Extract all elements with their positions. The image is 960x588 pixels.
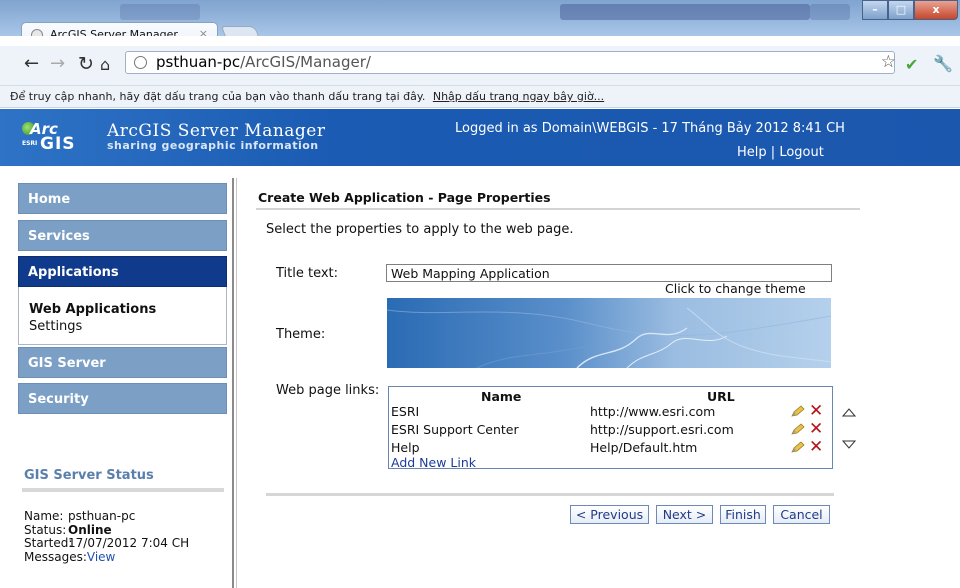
link-row-url: http://www.esri.com — [590, 404, 716, 419]
edit-pencil-icon[interactable] — [791, 423, 805, 435]
status-divider — [22, 488, 224, 492]
page-favicon-icon — [31, 29, 43, 36]
title-text-label: Title text: — [276, 266, 339, 281]
url-host: psthuan-pc — [156, 53, 241, 71]
status-started-value: 17/07/2012 7:04 CH — [68, 536, 190, 550]
next-button[interactable]: Next > — [656, 505, 713, 524]
delete-icon[interactable]: ✕ — [809, 403, 823, 420]
sidebar-divider — [232, 178, 234, 588]
status-started-label: Started: — [24, 536, 73, 550]
home-icon[interactable]: ⌂ — [100, 55, 110, 75]
app-subtitle: sharing geographic information — [107, 139, 319, 152]
link-row-url: http://support.esri.com — [590, 422, 734, 437]
edit-pencil-icon[interactable] — [791, 405, 805, 417]
help-link[interactable]: Help — [737, 145, 767, 160]
delete-icon[interactable]: ✕ — [809, 439, 823, 456]
status-name-label: Name: — [24, 509, 64, 523]
cancel-button[interactable]: Cancel — [773, 505, 830, 524]
theme-preview[interactable] — [387, 298, 831, 368]
window-controls: – □ x — [862, 0, 958, 20]
web-links-table: Name URL ESRI http://www.esri.com ✕ ESRI… — [388, 386, 833, 470]
gis-server-status: Name: psthuan-pc Status: Online Started: 17… — [24, 509, 190, 565]
app-header: Arc ESRI GIS ArcGIS Server Manager shari… — [0, 109, 960, 166]
header-links: Help | Logout — [737, 145, 824, 160]
tab-title: ArcGIS Server Manager — [50, 28, 178, 36]
browser-titlebar: ArcGIS Server Manager × – □ x — [0, 0, 960, 36]
sidebar-item-security[interactable]: Security — [18, 383, 227, 414]
check-icon[interactable]: ✔ — [905, 55, 918, 74]
move-down-icon[interactable] — [842, 438, 856, 450]
minimize-icon[interactable]: – — [862, 0, 888, 20]
login-info: Logged in as Domain\WEBGIS - 17 Tháng Bả… — [455, 121, 845, 136]
close-window-icon[interactable]: x — [914, 0, 958, 20]
arcgis-logo: Arc ESRI GIS — [22, 120, 76, 154]
bookmark-bar: Để truy cập nhanh, hãy đặt dấu trang của… — [0, 86, 960, 108]
wrench-icon[interactable]: 🔧 — [933, 54, 953, 73]
url-input[interactable]: psthuan-pc/ArcGIS/Manager/ ☆ — [125, 51, 896, 74]
back-icon[interactable]: ← — [24, 54, 39, 74]
tab-arcgis-server-manager[interactable]: ArcGIS Server Manager × — [21, 22, 218, 36]
web-page-links-label: Web page links: — [276, 383, 380, 398]
sidebar-subnav: Web Applications Settings — [18, 287, 227, 345]
logout-link[interactable]: Logout — [779, 145, 824, 160]
sidebar-item-services[interactable]: Services — [18, 220, 227, 251]
edit-pencil-icon[interactable] — [791, 441, 805, 453]
instruction-text: Select the properties to apply to the we… — [266, 222, 574, 237]
status-status-label: Status: — [24, 522, 67, 537]
header-separator: | — [770, 145, 776, 160]
app-title: ArcGIS Server Manager — [107, 121, 326, 141]
delete-icon[interactable]: ✕ — [809, 421, 823, 438]
link-row-name: ESRI Support Center — [391, 422, 519, 437]
title-divider — [256, 208, 860, 210]
page-icon — [134, 56, 147, 69]
previous-button[interactable]: < Previous — [570, 505, 649, 524]
subnav-web-applications[interactable]: Web Applications — [29, 301, 226, 318]
theme-hint: Click to change theme — [665, 281, 806, 296]
bookmark-now-link[interactable]: Nhập dấu trang ngay bây giờ... — [433, 90, 604, 103]
forward-icon[interactable]: → — [50, 54, 65, 74]
theme-label: Theme: — [276, 327, 326, 342]
link-row-name: ESRI — [391, 404, 420, 419]
sidebar-item-applications[interactable]: Applications — [18, 256, 227, 287]
subnav-settings[interactable]: Settings — [29, 318, 226, 335]
bookmark-prompt: Để truy cập nhanh, hãy đặt dấu trang của… — [10, 90, 426, 103]
gis-server-status-heading: GIS Server Status — [24, 468, 154, 483]
star-icon[interactable]: ☆ — [881, 52, 896, 72]
col-header-url: URL — [707, 389, 735, 404]
new-tab-button[interactable] — [221, 26, 261, 36]
sidebar-item-home[interactable]: Home — [18, 183, 227, 214]
theme-map-pattern — [387, 307, 831, 368]
add-new-link[interactable]: Add New Link — [391, 455, 476, 470]
url-path: /ArcGIS/Manager/ — [240, 53, 371, 71]
link-row-name: Help — [391, 440, 420, 455]
move-up-icon[interactable] — [842, 407, 856, 419]
status-status-value: Online — [68, 522, 112, 537]
form-divider — [266, 493, 834, 496]
status-name-value: psthuan-pc — [68, 509, 136, 523]
sidebar-item-gis-server[interactable]: GIS Server — [18, 347, 227, 378]
link-row-url: Help/Default.htm — [590, 440, 698, 455]
title-text-input[interactable] — [386, 264, 832, 282]
tab-close-icon[interactable]: × — [199, 27, 208, 36]
maximize-icon[interactable]: □ — [888, 0, 914, 20]
messages-view-link[interactable]: View — [87, 550, 115, 565]
browser-toolbar: ← → ↻ ⌂ psthuan-pc/ArcGIS/Manager/ ☆ ✔ 🔧 — [0, 46, 960, 86]
status-messages-label: Messages: — [24, 549, 87, 564]
col-header-name: Name — [481, 389, 522, 404]
page-title: Create Web Application - Page Properties — [258, 190, 551, 205]
reload-icon[interactable]: ↻ — [78, 54, 94, 74]
finish-button[interactable]: Finish — [720, 505, 766, 524]
